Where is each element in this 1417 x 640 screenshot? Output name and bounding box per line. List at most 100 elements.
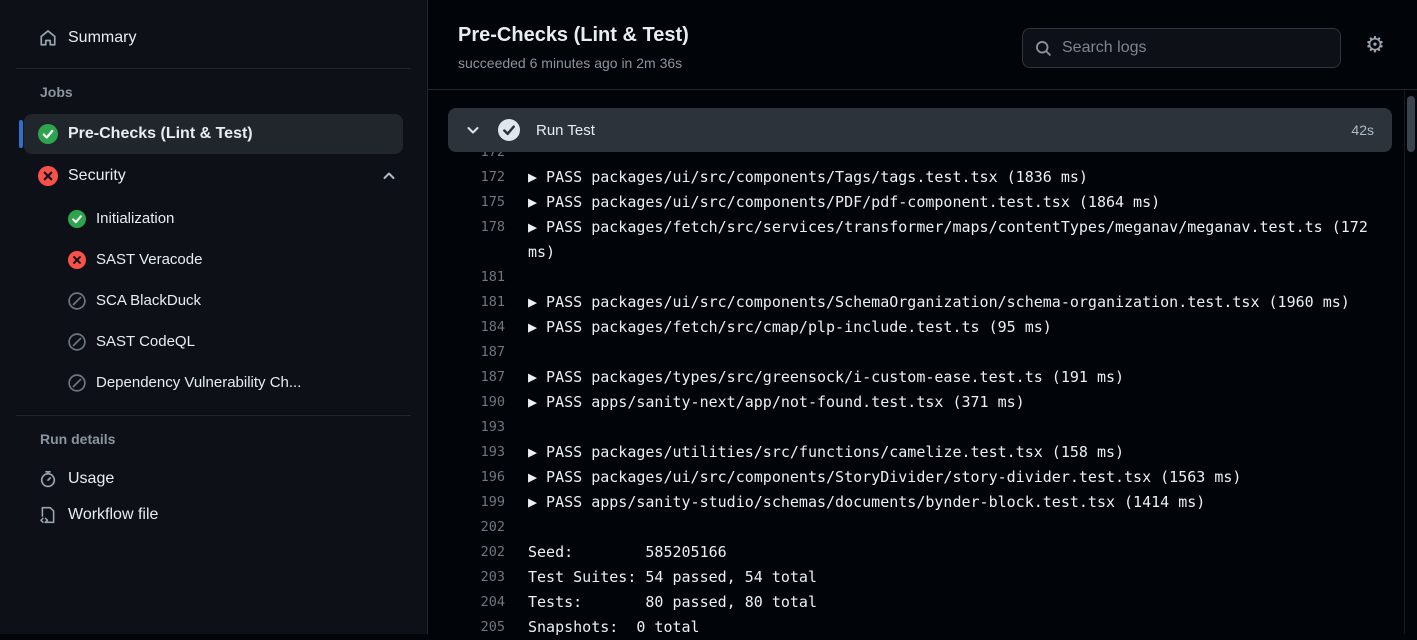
sidebar-item-label: Workflow file <box>68 506 158 524</box>
success-check-icon <box>38 124 58 144</box>
log-line-number[interactable]: 184 <box>448 315 505 340</box>
skipped-icon <box>68 374 86 392</box>
log-line-number[interactable]: 190 <box>448 390 505 415</box>
failure-x-icon <box>38 166 58 186</box>
run-status-text: succeeded 6 minutes ago in 2m 36s <box>458 55 682 71</box>
log-line-text: ▶ PASS packages/ui/src/components/StoryD… <box>528 465 1378 490</box>
step-label: SAST CodeQL <box>96 333 195 350</box>
success-check-icon <box>68 210 86 228</box>
log-line-text: ▶ PASS packages/types/src/greensock/i-cu… <box>528 365 1378 390</box>
log-line-text: ▶ PASS apps/sanity-studio/schemas/docume… <box>528 490 1378 515</box>
log-line-text: ▶ PASS packages/ui/src/components/Tags/t… <box>528 165 1378 190</box>
log-line-number[interactable]: 196 <box>448 465 505 490</box>
stopwatch-icon <box>38 469 58 489</box>
run-details-section-label: Run details <box>40 431 427 447</box>
main-panel: Pre-Checks (Lint & Test) succeeded 6 min… <box>428 0 1417 634</box>
sidebar-item-usage[interactable]: Usage <box>24 461 403 497</box>
log-line: 205 Snapshots: 0 total <box>448 615 1392 640</box>
log-lines: 172 172 ▶ PASS packages/ui/src/component… <box>448 140 1392 640</box>
log-line-number[interactable]: 175 <box>448 190 505 215</box>
sidebar-step-sast-codeql[interactable]: SAST CodeQL <box>24 321 403 362</box>
step-label: Dependency Vulnerability Ch... <box>96 374 301 391</box>
sidebar-step-sca-blackduck[interactable]: SCA BlackDuck <box>24 280 403 321</box>
log-line-text: Snapshots: 0 total <box>528 615 1378 640</box>
log-line-text: ▶ PASS packages/utilities/src/functions/… <box>528 440 1378 465</box>
log-scrollbar-thumb[interactable] <box>1407 96 1415 152</box>
log-line-number[interactable]: 172 <box>448 165 505 190</box>
log-line-text: ▶ PASS packages/fetch/src/services/trans… <box>528 215 1378 265</box>
log-line: 187 <box>448 340 1392 365</box>
job-label: Pre-Checks (Lint & Test) <box>68 125 253 143</box>
search-logs-input[interactable] <box>1062 39 1328 57</box>
log-line: 204 Tests: 80 passed, 80 total <box>448 590 1392 615</box>
jobs-section-label: Jobs <box>40 84 427 100</box>
log-line: 202 Seed: 585205166 <box>448 540 1392 565</box>
log-line: 199 ▶ PASS apps/sanity-studio/schemas/do… <box>448 490 1392 515</box>
log-line: 184 ▶ PASS packages/fetch/src/cmap/plp-i… <box>448 315 1392 340</box>
log-line-text: ▶ PASS apps/sanity-next/app/not-found.te… <box>528 390 1378 415</box>
sidebar-job-security[interactable]: Security <box>24 156 403 196</box>
page-title: Pre-Checks (Lint & Test) <box>458 24 689 47</box>
log-line-number[interactable]: 203 <box>448 565 505 590</box>
sidebar-step-initialization[interactable]: Initialization <box>24 198 403 239</box>
log-line: 190 ▶ PASS apps/sanity-next/app/not-foun… <box>448 390 1392 415</box>
sidebar-item-workflow-file[interactable]: Workflow file <box>24 497 403 533</box>
log-line: 175 ▶ PASS packages/ui/src/components/PD… <box>448 190 1392 215</box>
log-line: 193 <box>448 415 1392 440</box>
log-line-number[interactable]: 187 <box>448 365 505 390</box>
log-line-number[interactable]: 204 <box>448 590 505 615</box>
log-settings-gear-icon[interactable]: ⚙ <box>1361 32 1389 60</box>
log-line: 178 ▶ PASS packages/fetch/src/services/t… <box>448 215 1392 265</box>
log-line-number[interactable]: 205 <box>448 615 505 640</box>
log-line-text: Test Suites: 54 passed, 54 total <box>528 565 1378 590</box>
search-icon <box>1035 40 1052 57</box>
log-line-text: Tests: 80 passed, 80 total <box>528 590 1378 615</box>
log-line: 181 ▶ PASS packages/ui/src/components/Sc… <box>448 290 1392 315</box>
log-line-text: ▶ PASS packages/ui/src/components/PDF/pd… <box>528 190 1378 215</box>
job-label: Security <box>68 167 126 185</box>
log-line-number[interactable]: 199 <box>448 490 505 515</box>
sidebar-divider <box>16 68 411 69</box>
log-line: 172 ▶ PASS packages/ui/src/components/Ta… <box>448 165 1392 190</box>
sidebar-item-summary[interactable]: Summary <box>24 20 403 56</box>
log-line: 196 ▶ PASS packages/ui/src/components/St… <box>448 465 1392 490</box>
step-success-check-icon <box>498 119 520 141</box>
sidebar-job-pre-checks[interactable]: Pre-Checks (Lint & Test) <box>24 114 403 154</box>
failure-x-icon <box>68 251 86 269</box>
step-header-run-test[interactable]: Run Test 42s <box>448 108 1392 152</box>
log-line: 187 ▶ PASS packages/types/src/greensock/… <box>448 365 1392 390</box>
sidebar-step-sast-veracode[interactable]: SAST Veracode <box>24 239 403 280</box>
log-line-number[interactable]: 202 <box>448 540 505 565</box>
skipped-icon <box>68 333 86 351</box>
log-line-number[interactable]: 178 <box>448 215 505 240</box>
step-name: Run Test <box>536 122 595 139</box>
log-line: 181 <box>448 265 1392 290</box>
log-line-number[interactable]: 187 <box>448 340 505 365</box>
step-label: Initialization <box>96 210 174 227</box>
log-line-number[interactable]: 181 <box>448 290 505 315</box>
log-scrollbar-track[interactable] <box>1404 90 1417 634</box>
chevron-up-icon[interactable] <box>379 166 399 186</box>
log-line-number[interactable]: 181 <box>448 265 505 290</box>
sidebar-item-label: Summary <box>68 29 136 47</box>
log-line: 193 ▶ PASS packages/utilities/src/functi… <box>448 440 1392 465</box>
selected-accent-bar <box>19 120 23 148</box>
step-label: SAST Veracode <box>96 251 202 268</box>
run-header: Pre-Checks (Lint & Test) succeeded 6 min… <box>428 0 1417 90</box>
log-line: 203 Test Suites: 54 passed, 54 total <box>448 565 1392 590</box>
code-file-icon <box>38 505 58 525</box>
sidebar-divider <box>16 415 411 416</box>
home-icon <box>38 28 58 48</box>
log-line-number[interactable]: 193 <box>448 415 505 440</box>
chevron-down-icon[interactable] <box>466 123 480 137</box>
step-duration: 42s <box>1351 122 1374 138</box>
log-line-number[interactable]: 193 <box>448 440 505 465</box>
log-panel: Run Test 42s 172 172 ▶ PASS packages/ui/… <box>448 90 1392 640</box>
log-line: 202 <box>448 515 1392 540</box>
step-label: SCA BlackDuck <box>96 292 201 309</box>
log-line-number[interactable]: 202 <box>448 515 505 540</box>
log-line-text: Seed: 585205166 <box>528 540 1378 565</box>
search-logs-box[interactable] <box>1022 28 1341 68</box>
sidebar-item-label: Usage <box>68 470 114 488</box>
sidebar-step-dependency-vuln[interactable]: Dependency Vulnerability Ch... <box>24 362 403 403</box>
